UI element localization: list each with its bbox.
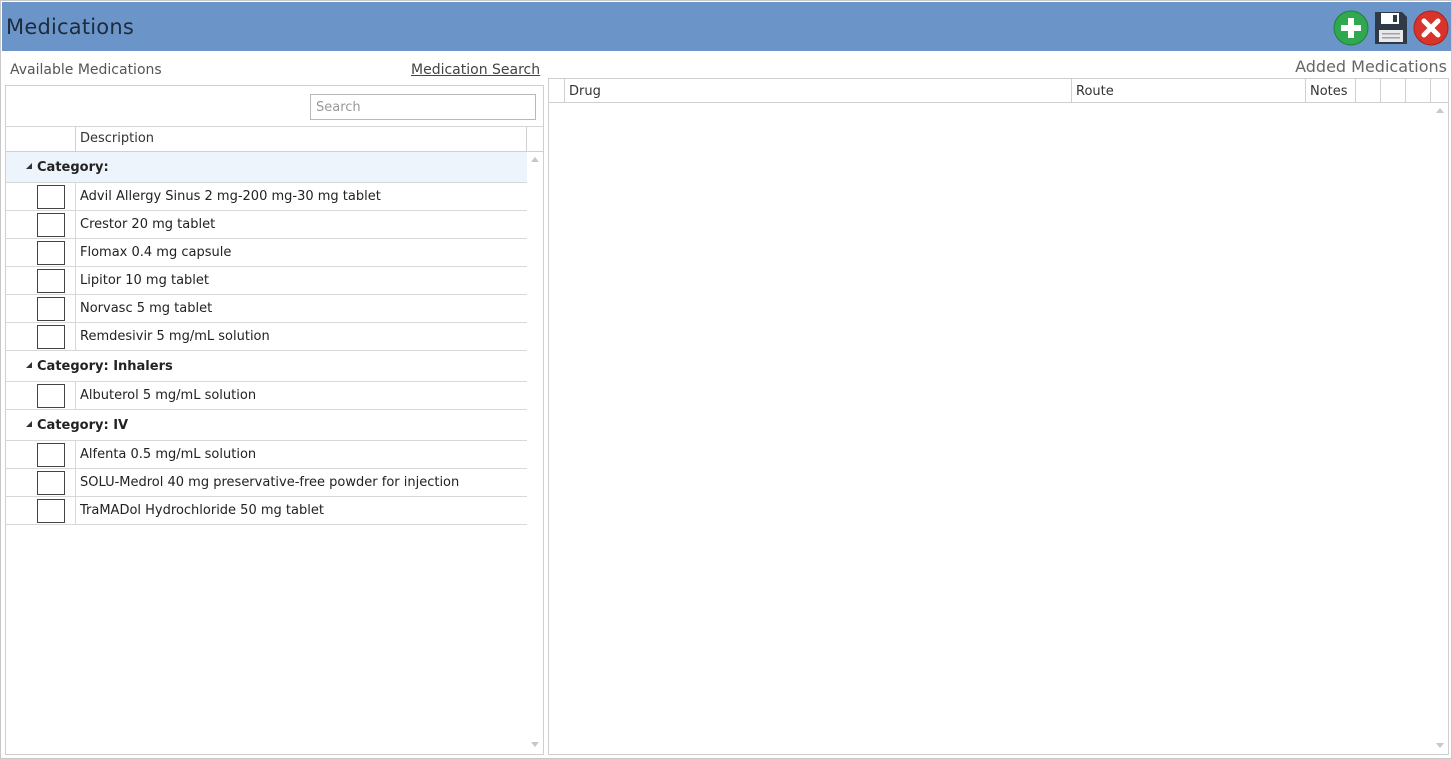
extra-column-header-1[interactable]: [1356, 79, 1381, 102]
medication-row[interactable]: TraMADol Hydrochloride 50 mg tablet: [6, 497, 527, 525]
select-cell: [6, 239, 76, 266]
medication-checkbox[interactable]: [37, 443, 65, 467]
close-button[interactable]: [1413, 10, 1449, 46]
medication-checkbox[interactable]: [37, 269, 65, 293]
medication-description: Lipitor 10 mg tablet: [80, 273, 209, 288]
category-group-label: Category: IV: [37, 418, 129, 433]
category-group-row[interactable]: Category: IV: [6, 410, 527, 441]
description-column-header[interactable]: Description: [80, 131, 154, 146]
medication-row[interactable]: Alfenta 0.5 mg/mL solution: [6, 441, 527, 469]
medication-checkbox[interactable]: [37, 325, 65, 349]
drug-column-label: Drug: [569, 84, 601, 99]
medication-checkbox[interactable]: [37, 384, 65, 408]
plus-circle-icon: [1333, 10, 1369, 46]
medications-window: Medications Available Medications Medica…: [0, 0, 1452, 759]
select-cell: [6, 323, 76, 350]
available-medications-label: Available Medications: [10, 62, 162, 78]
select-cell: [6, 267, 76, 294]
scroll-up-arrow-icon[interactable]: [1436, 108, 1444, 113]
category-group-row[interactable]: Category:: [6, 152, 527, 183]
medication-row[interactable]: Crestor 20 mg tablet: [6, 211, 527, 239]
medication-description: Albuterol 5 mg/mL solution: [80, 388, 257, 403]
medication-description: Flomax 0.4 mg capsule: [80, 245, 232, 260]
added-medications-label: Added Medications: [1295, 57, 1447, 76]
category-group-row[interactable]: Category: Inhalers: [6, 351, 527, 382]
medication-row[interactable]: Remdesivir 5 mg/mL solution: [6, 323, 527, 351]
search-area: [6, 86, 543, 127]
medication-row[interactable]: Albuterol 5 mg/mL solution: [6, 382, 527, 410]
scroll-up-arrow-icon[interactable]: [531, 157, 539, 162]
select-cell: [6, 211, 76, 238]
medication-description: SOLU-Medrol 40 mg preservative-free powd…: [80, 475, 460, 490]
select-cell: [6, 469, 76, 496]
save-button[interactable]: [1373, 10, 1409, 46]
select-cell: [6, 183, 76, 210]
close-circle-icon: [1413, 10, 1449, 46]
title-bar: Medications: [2, 2, 1451, 51]
search-input[interactable]: [310, 94, 536, 120]
add-button[interactable]: [1333, 10, 1369, 46]
scroll-down-arrow-icon[interactable]: [531, 742, 539, 747]
medication-row[interactable]: Flomax 0.4 mg capsule: [6, 239, 527, 267]
collapse-triangle-icon[interactable]: [26, 421, 32, 427]
added-grid-header: Drug Route Notes: [549, 79, 1448, 103]
medication-description: Norvasc 5 mg tablet: [80, 301, 213, 316]
medication-row[interactable]: SOLU-Medrol 40 mg preservative-free powd…: [6, 469, 527, 497]
medication-checkbox[interactable]: [37, 471, 65, 495]
collapse-triangle-icon[interactable]: [26, 362, 32, 368]
medication-checkbox[interactable]: [37, 297, 65, 321]
medication-description: Advil Allergy Sinus 2 mg-200 mg-30 mg ta…: [80, 189, 381, 204]
medication-checkbox[interactable]: [37, 499, 65, 523]
medication-description: Remdesivir 5 mg/mL solution: [80, 329, 270, 344]
medication-checkbox[interactable]: [37, 241, 65, 265]
row-indicator-header: [549, 79, 565, 102]
category-group-label: Category: Inhalers: [37, 359, 173, 374]
medication-rows: Category: Advil Allergy Sinus 2 mg-200 mg…: [6, 152, 527, 525]
select-cell: [6, 382, 76, 409]
medication-row[interactable]: Lipitor 10 mg tablet: [6, 267, 527, 295]
column-divider: [526, 127, 527, 151]
window-title: Medications: [6, 15, 134, 39]
medication-row[interactable]: Norvasc 5 mg tablet: [6, 295, 527, 323]
available-scrollbar[interactable]: [527, 152, 543, 754]
notes-column-label: Notes: [1310, 84, 1348, 99]
medication-description: Alfenta 0.5 mg/mL solution: [80, 447, 257, 462]
drug-column-header[interactable]: Drug: [565, 79, 1072, 102]
select-column-header: [6, 127, 76, 151]
medication-description: Crestor 20 mg tablet: [80, 217, 216, 232]
route-column-label: Route: [1076, 84, 1114, 99]
medication-checkbox[interactable]: [37, 185, 65, 209]
notes-column-header[interactable]: Notes: [1306, 79, 1356, 102]
extra-column-header-2[interactable]: [1381, 79, 1406, 102]
available-medications-grid: Description Category: Advil Allergy Sinus…: [5, 85, 544, 755]
select-cell: [6, 295, 76, 322]
added-medications-grid: Drug Route Notes: [548, 78, 1449, 755]
category-group-label: Category:: [37, 160, 109, 175]
select-cell: [6, 497, 76, 524]
medication-search-link[interactable]: Medication Search: [411, 62, 540, 78]
grid-header: Description: [6, 127, 543, 152]
added-scrollbar[interactable]: [1432, 103, 1448, 754]
select-cell: [6, 441, 76, 468]
extra-column-header-3[interactable]: [1406, 79, 1431, 102]
route-column-header[interactable]: Route: [1072, 79, 1306, 102]
collapse-triangle-icon[interactable]: [26, 163, 32, 169]
medication-checkbox[interactable]: [37, 213, 65, 237]
scroll-down-arrow-icon[interactable]: [1436, 743, 1444, 748]
medication-row[interactable]: Advil Allergy Sinus 2 mg-200 mg-30 mg ta…: [6, 183, 527, 211]
floppy-disk-icon: [1375, 12, 1407, 44]
medication-description: TraMADol Hydrochloride 50 mg tablet: [80, 503, 324, 518]
